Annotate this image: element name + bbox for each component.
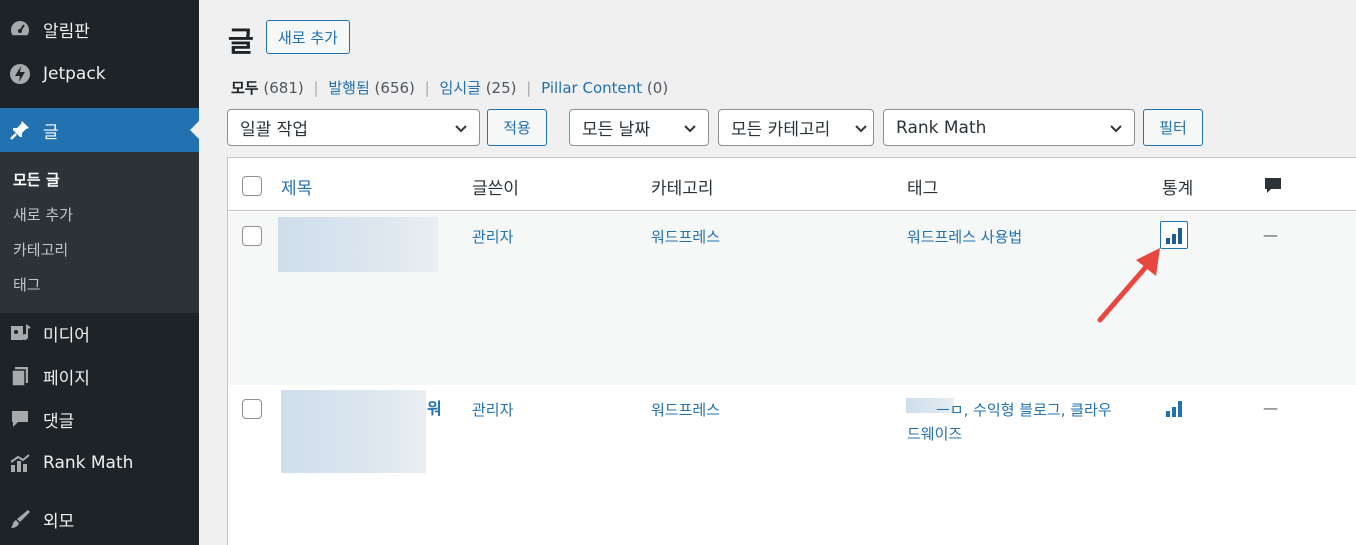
submenu-all-posts[interactable]: 모든 글	[13, 169, 60, 190]
chevron-down-icon	[1110, 125, 1122, 133]
rank-math-filter-select[interactable]: Rank Math	[883, 109, 1135, 146]
annotation-arrow-icon	[1097, 248, 1160, 323]
filter-button[interactable]: 필터	[1143, 109, 1203, 146]
select-all-checkbox[interactable]	[242, 176, 262, 196]
submenu-add-new[interactable]: 새로 추가	[13, 204, 73, 225]
filter-drafts-count: (25)	[485, 79, 517, 97]
bulk-action-select[interactable]: 일괄 작업	[227, 109, 480, 146]
stats-icon[interactable]	[1160, 393, 1188, 421]
active-menu-arrow	[190, 121, 199, 139]
category-filter-value: 모든 카테고리	[731, 120, 831, 140]
comment-count: —	[1263, 226, 1278, 244]
row-checkbox[interactable]	[242, 399, 262, 419]
page-icon	[8, 364, 32, 388]
category-link[interactable]: 워드프레스	[651, 226, 720, 247]
menu-label-appearance: 외모	[43, 511, 75, 532]
column-author: 글쓴이	[472, 179, 519, 199]
page-title: 글	[228, 25, 254, 58]
post-title-redacted[interactable]	[281, 390, 426, 473]
tag-link[interactable]: 워드프레스 사용법	[907, 226, 1022, 247]
filter-drafts-link[interactable]: 임시글	[440, 79, 481, 97]
add-new-button[interactable]: 새로 추가	[266, 20, 350, 54]
menu-item-comments[interactable]: 댓글	[0, 397, 199, 441]
menu-label-dashboard: 알림판	[43, 21, 90, 42]
rank-math-filter-value: Rank Math	[896, 117, 987, 138]
menu-label-comments: 댓글	[43, 411, 75, 432]
filter-pillar-content-link[interactable]: Pillar Content	[541, 79, 642, 97]
table-header: 제목 글쓴이 카테고리 태그 통계	[228, 158, 1356, 211]
posts-table: 제목 글쓴이 카테고리 태그 통계 관리자 워드프레스 워드프레스 사용법 — …	[227, 157, 1356, 545]
chevron-down-icon	[684, 125, 696, 133]
filter-pillar-content-count: (0)	[646, 79, 669, 97]
table-row: 관리자 워드프레스 워드프레스 사용법 —	[228, 212, 1356, 385]
pin-icon	[8, 118, 32, 142]
column-title[interactable]: 제목	[281, 174, 312, 199]
posts-submenu: 모든 글 새로 추가 카테고리 태그	[0, 152, 199, 313]
menu-item-posts[interactable]: 글	[0, 108, 199, 152]
menu-item-appearance[interactable]: 외모	[0, 497, 199, 541]
menu-label-pages: 페이지	[43, 368, 90, 389]
menu-label-jetpack: Jetpack	[43, 64, 106, 84]
rank-math-icon	[8, 451, 32, 475]
separator: |	[526, 79, 532, 97]
comment-count: —	[1263, 399, 1278, 417]
menu-label-rank-math: Rank Math	[43, 453, 134, 473]
menu-item-rank-math[interactable]: Rank Math	[0, 441, 199, 485]
brush-icon	[8, 507, 32, 531]
admin-sidebar: 알림판 Jetpack 글 모든 글 새로 추가 카테고리 태그 미디어 페이지	[0, 0, 199, 545]
post-title-fragment[interactable]: 워	[427, 395, 442, 419]
chevron-down-icon	[455, 125, 467, 133]
filter-all-link[interactable]: 모두	[231, 79, 259, 97]
filter-published-link[interactable]: 발행됨	[328, 79, 369, 97]
filter-all-count: (681)	[263, 79, 304, 97]
menu-item-jetpack[interactable]: Jetpack	[0, 52, 199, 96]
comment-column-icon	[1263, 176, 1283, 200]
author-link[interactable]: 관리자	[472, 399, 513, 420]
separator: |	[424, 79, 430, 97]
dashboard-icon	[8, 17, 32, 41]
column-tags: 태그	[907, 179, 939, 199]
date-filter-select[interactable]: 모든 날짜	[569, 109, 709, 146]
separator: |	[313, 79, 319, 97]
menu-item-pages[interactable]: 페이지	[0, 354, 199, 398]
bulk-action-value: 일괄 작업	[240, 120, 308, 140]
tag-links-line2[interactable]: 드웨이즈	[907, 423, 962, 444]
jetpack-icon	[8, 62, 32, 86]
column-stats: 통계	[1162, 179, 1194, 199]
column-categories: 카테고리	[651, 179, 714, 199]
status-filter-links: 모두 (681) | 발행됨 (656) | 임시글 (25) | Pillar…	[231, 77, 668, 98]
author-link[interactable]: 관리자	[472, 226, 513, 247]
media-icon	[8, 321, 32, 345]
tag-links-line1[interactable]: ㅡㅁ, 수익형 블로그, 클라우	[936, 399, 1112, 420]
chevron-down-icon	[855, 125, 867, 133]
date-filter-value: 모든 날짜	[582, 120, 650, 140]
submenu-categories[interactable]: 카테고리	[13, 239, 68, 260]
comment-icon	[8, 407, 32, 431]
menu-item-dashboard[interactable]: 알림판	[0, 7, 199, 51]
category-filter-select[interactable]: 모든 카테고리	[718, 109, 874, 146]
submenu-tags[interactable]: 태그	[13, 274, 41, 295]
filter-published-count: (656)	[374, 79, 415, 97]
apply-button[interactable]: 적용	[487, 109, 547, 146]
menu-item-media[interactable]: 미디어	[0, 311, 199, 355]
row-checkbox[interactable]	[242, 226, 262, 246]
post-title-redacted[interactable]	[278, 217, 438, 272]
table-row: 워 관리자 워드프레스 ㅡㅁ, 수익형 블로그, 클라우 드웨이즈 —	[228, 385, 1356, 545]
category-link[interactable]: 워드프레스	[651, 399, 720, 420]
menu-label-media: 미디어	[43, 325, 90, 346]
menu-label-posts: 글	[43, 122, 59, 143]
